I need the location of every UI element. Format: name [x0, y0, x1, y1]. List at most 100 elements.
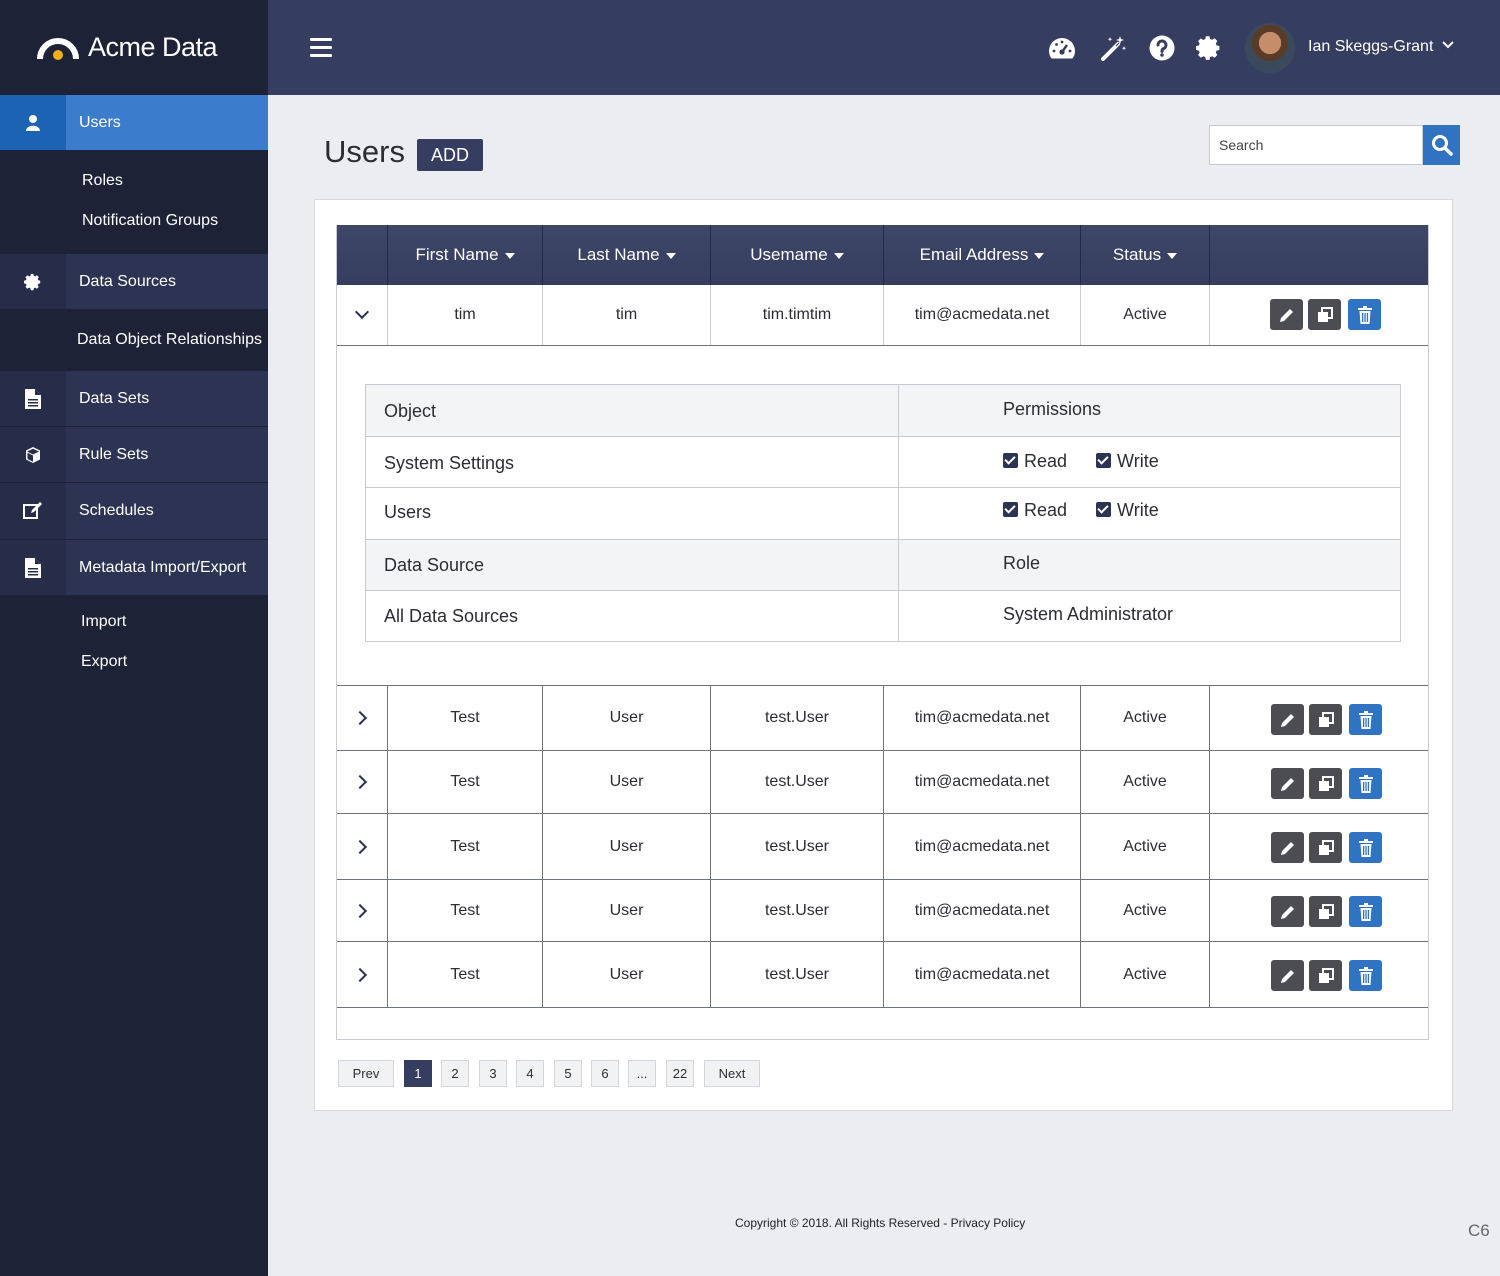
pagination-page[interactable]: 6 [591, 1060, 619, 1087]
footer-copyright: Copyright © 2018. All Rights Reserved - … [735, 1216, 1026, 1230]
checkbox-checked-icon [1003, 453, 1018, 468]
cell-status: Active [1080, 285, 1209, 345]
table-row: Test User test.User tim@acmedata.net Active [337, 942, 1428, 1008]
search-input[interactable] [1209, 125, 1423, 165]
table-row: Test User test.User tim@acmedata.net Active [337, 685, 1428, 751]
edit-button[interactable] [1271, 768, 1304, 799]
sidebar-item-data-sets[interactable]: Data Sets [0, 371, 268, 427]
sidebar-item-schedules[interactable]: Schedules [0, 483, 268, 540]
column-header-email[interactable]: Email Address [883, 225, 1080, 285]
expand-row-button[interactable] [337, 751, 387, 813]
cell-email: tim@acmedata.net [883, 880, 1080, 941]
pagination-page[interactable]: 2 [441, 1060, 469, 1087]
role-header-row: Data Source Role [366, 540, 1400, 591]
cell-last-name: User [542, 880, 710, 941]
sidebar-item-label: Data Sets [79, 389, 150, 407]
cell-first-name: Test [387, 686, 542, 750]
role-header: Role [1003, 553, 1041, 573]
sidebar-item-metadata-import-export[interactable]: Metadata Import/Export [0, 540, 268, 596]
corner-label: C6 [1468, 1221, 1490, 1240]
column-header-username[interactable]: Usemame [710, 225, 883, 285]
top-bar: Ian Skeggs-Grant [268, 0, 1500, 95]
expand-row-button[interactable] [337, 942, 387, 1007]
pencil-icon [1280, 969, 1294, 983]
write-checkbox[interactable]: Write [1096, 500, 1159, 520]
sidebar-item-users[interactable]: Users [0, 95, 268, 151]
expand-row-button[interactable] [337, 880, 387, 941]
avatar[interactable] [1245, 23, 1295, 73]
sidebar: Acme Data Users Roles Notification Group… [0, 0, 268, 1276]
gear-icon[interactable] [1194, 34, 1224, 62]
chevron-right-icon [352, 903, 368, 918]
add-user-button[interactable]: ADD [417, 139, 483, 171]
pagination-next[interactable]: Next [704, 1060, 760, 1087]
delete-button[interactable] [1349, 832, 1382, 863]
delete-button[interactable] [1348, 299, 1381, 330]
expand-row-button[interactable] [337, 686, 387, 750]
column-header-first-name[interactable]: First Name [387, 225, 542, 285]
sidebar-item-data-object-relationships[interactable]: Data Object Relationships [77, 331, 262, 349]
chevron-right-icon [352, 839, 368, 854]
edit-button[interactable] [1270, 299, 1303, 330]
checkbox-checked-icon [1096, 453, 1112, 468]
column-header-status[interactable]: Status [1080, 225, 1209, 285]
cell-email: tim@acmedata.net [883, 285, 1080, 345]
sidebar-item-rule-sets[interactable]: Rule Sets [0, 427, 268, 483]
collapse-row-button[interactable] [337, 285, 387, 345]
copy-button[interactable] [1309, 832, 1342, 863]
sidebar-item-import[interactable]: Import [81, 613, 126, 631]
user-menu[interactable]: Ian Skeggs-Grant [1308, 38, 1454, 56]
sidebar-item-notification-groups[interactable]: Notification Groups [82, 212, 218, 230]
expand-column-header [337, 225, 387, 285]
pagination-page[interactable]: 5 [554, 1060, 582, 1087]
cell-email: tim@acmedata.net [883, 751, 1080, 813]
write-checkbox[interactable]: Write [1096, 451, 1159, 471]
sidebar-item-data-sources[interactable]: Data Sources [0, 254, 268, 310]
edit-button[interactable] [1271, 960, 1304, 991]
edit-button[interactable] [1271, 896, 1304, 927]
help-icon[interactable] [1147, 34, 1177, 62]
read-checkbox[interactable]: Read [1003, 500, 1067, 520]
search-button[interactable] [1423, 125, 1460, 165]
permission-object: System Settings [384, 453, 515, 473]
chevron-right-icon [352, 774, 368, 790]
delete-button[interactable] [1349, 704, 1382, 735]
copy-button[interactable] [1309, 768, 1342, 799]
pagination-page[interactable]: 3 [479, 1060, 507, 1087]
delete-button[interactable] [1349, 896, 1382, 927]
delete-button[interactable] [1349, 768, 1382, 799]
pencil-icon [1280, 841, 1294, 855]
table-header: First Name Last Name Usemame Email Addre… [337, 225, 1428, 285]
data-source-header: Data Source [384, 555, 485, 575]
pagination-prev[interactable]: Prev [338, 1060, 394, 1087]
cell-email: tim@acmedata.net [883, 814, 1080, 879]
copy-button[interactable] [1309, 896, 1342, 927]
cell-username: test.User [710, 814, 883, 879]
edit-button[interactable] [1271, 832, 1304, 863]
chevron-right-icon [352, 967, 368, 982]
sort-caret-icon [665, 253, 676, 259]
data-source-value: All Data Sources [384, 606, 519, 626]
column-header-last-name[interactable]: Last Name [542, 225, 710, 285]
delete-button[interactable] [1349, 960, 1382, 991]
sidebar-item-roles[interactable]: Roles [82, 172, 123, 190]
permission-row: System Settings Read Write [366, 437, 1400, 488]
pagination-page[interactable]: 22 [666, 1060, 694, 1087]
expand-row-button[interactable] [337, 814, 387, 879]
permission-row: Users Read Write [366, 488, 1400, 540]
copy-button[interactable] [1309, 960, 1342, 991]
trash-icon [1358, 774, 1373, 793]
copy-button[interactable] [1308, 299, 1341, 330]
dashboard-icon[interactable] [1047, 34, 1077, 62]
edit-button[interactable] [1271, 704, 1304, 735]
read-checkbox[interactable]: Read [1003, 451, 1067, 471]
hamburger-menu-icon[interactable] [310, 38, 332, 58]
pagination-page[interactable]: 1 [404, 1060, 432, 1087]
pagination-page[interactable]: 4 [516, 1060, 544, 1087]
copy-button[interactable] [1309, 704, 1342, 735]
sidebar-item-export[interactable]: Export [81, 653, 127, 671]
trash-icon [1358, 710, 1373, 729]
brand-logo[interactable]: Acme Data [0, 0, 268, 95]
table-row: tim tim tim.timtim tim@acmedata.net Acti… [337, 285, 1428, 346]
magic-wand-icon[interactable] [1098, 34, 1128, 62]
